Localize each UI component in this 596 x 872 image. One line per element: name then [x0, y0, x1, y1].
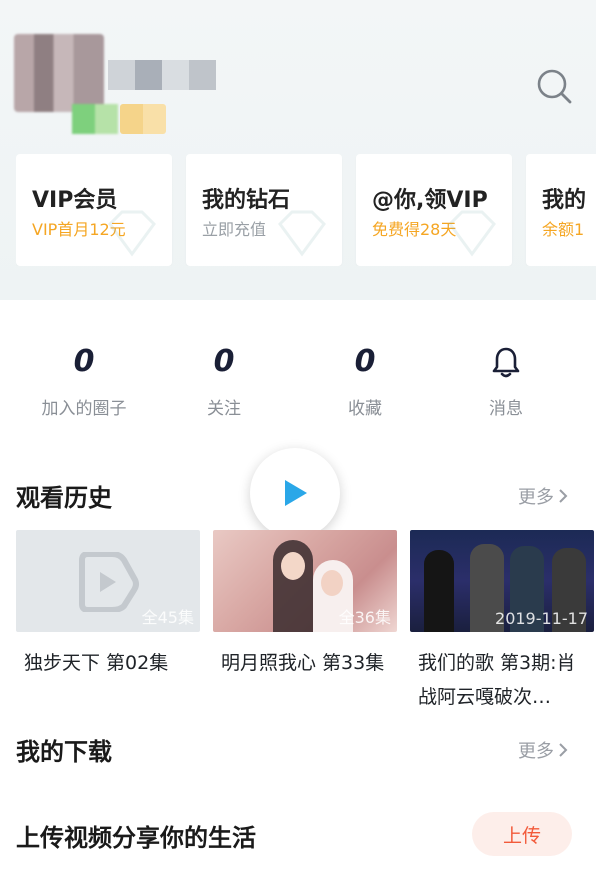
stat-value: 0: [73, 344, 95, 379]
stat-label: 消息: [489, 399, 523, 419]
air-date: 2019-11-17: [495, 609, 588, 628]
person-1: [424, 550, 454, 632]
chevron-right-icon: [559, 489, 568, 503]
diamond-card[interactable]: 我的钻石 立即充值: [186, 154, 342, 266]
downloads-more-link[interactable]: 更多: [518, 737, 568, 763]
card-subtitle: 余额1: [542, 220, 585, 239]
history-title: 观看历史: [16, 484, 112, 512]
episode-count: 全36集: [338, 608, 391, 627]
diamond-watermark-icon: [108, 210, 156, 257]
face-left: [281, 552, 305, 580]
invite-vip-card[interactable]: @你,领VIP 免费得28天: [356, 154, 512, 266]
user-badge: [120, 104, 166, 134]
history-item-title: 明月照我心 第33集: [221, 652, 385, 674]
play-button[interactable]: [250, 448, 340, 538]
stat-joined-circles[interactable]: 0 加入的圈子: [14, 340, 154, 419]
stat-following[interactable]: 0 关注: [154, 340, 294, 419]
more-label: 更多: [518, 741, 554, 762]
downloads-title: 我的下载: [16, 738, 112, 766]
stat-favorites[interactable]: 0 收藏: [295, 340, 435, 419]
history-list: 全45集 独步天下 第02集 全36集 明月照我心 第33集 2019-11-1…: [16, 530, 596, 710]
history-item-title: 我们的歌 第3期:肖战阿云嘎破次…: [418, 652, 576, 708]
upload-prompt: 上传视频分享你的生活: [16, 824, 256, 852]
video-thumbnail: 2019-11-17: [410, 530, 594, 632]
username[interactable]: [108, 60, 216, 90]
diamond-watermark-icon: [278, 210, 326, 257]
placeholder-logo-icon: [79, 552, 139, 612]
stat-label: 关注: [207, 399, 241, 419]
stat-value: 0: [213, 344, 235, 379]
play-icon: [285, 480, 307, 506]
stat-label: 加入的圈子: [41, 399, 127, 419]
stat-value: 0: [354, 344, 376, 379]
member-cards: VIP会员 VIP首月12元 我的钻石 立即充值 @你,领VIP 免费得28天 …: [16, 154, 596, 266]
episode-count: 全45集: [141, 608, 194, 627]
stat-label: 收藏: [348, 399, 382, 419]
history-item[interactable]: 全45集 独步天下 第02集: [16, 530, 200, 680]
stats-row: 0 加入的圈子 0 关注 0 收藏 消息: [0, 340, 596, 430]
face-right: [321, 570, 343, 596]
balance-card[interactable]: 我的 余额1: [526, 154, 596, 266]
avatar[interactable]: [14, 34, 118, 134]
chevron-right-icon: [559, 743, 568, 757]
search-button[interactable]: [530, 62, 578, 110]
stat-messages[interactable]: 消息: [436, 340, 576, 419]
bell-icon: [492, 347, 520, 378]
history-item-title: 独步天下 第02集: [24, 652, 169, 674]
upload-button[interactable]: 上传: [472, 812, 572, 856]
history-item[interactable]: 全36集 明月照我心 第33集: [213, 530, 397, 680]
card-subtitle: 立即充值: [202, 220, 267, 239]
vip-card[interactable]: VIP会员 VIP首月12元: [16, 154, 172, 266]
video-thumbnail: 全45集: [16, 530, 200, 632]
history-more-link[interactable]: 更多: [518, 483, 568, 509]
more-label: 更多: [518, 487, 554, 508]
diamond-watermark-icon: [448, 210, 496, 257]
search-icon: [537, 69, 572, 104]
history-item[interactable]: 2019-11-17 我们的歌 第3期:肖战阿云嘎破次…: [410, 530, 594, 714]
video-thumbnail: 全36集: [213, 530, 397, 632]
card-title: 我的: [542, 188, 587, 213]
